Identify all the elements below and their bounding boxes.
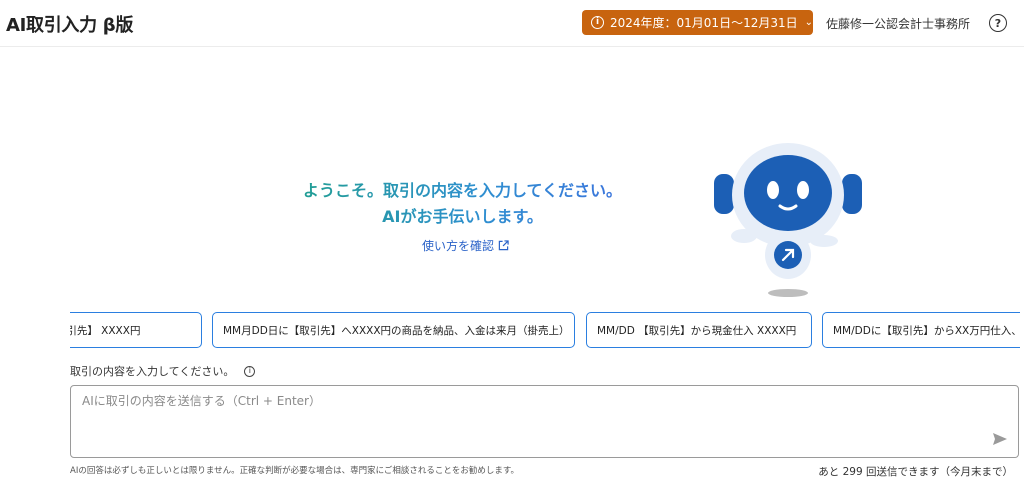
welcome-line-1: ようこそ。取引の内容を入力してください。 xyxy=(270,178,655,204)
message-input[interactable] xyxy=(82,394,982,408)
remaining-sends: あと 299 回送信できます（今月末まで） xyxy=(818,466,1013,478)
suggestion-chip[interactable]: 売上 【取引先】 XXXX円 xyxy=(70,312,202,348)
office-name: 佐藤修一公認会計士事務所 xyxy=(826,17,971,31)
send-icon[interactable] xyxy=(992,432,1008,446)
composer-label: 取引の内容を入力してください。 i xyxy=(70,363,256,379)
suggestion-chip[interactable]: MM/DDに【取引先】からXX万円仕入、 xyxy=(822,312,1020,348)
info-icon: i xyxy=(591,16,604,29)
info-icon[interactable]: i xyxy=(244,365,256,377)
suggestion-chip[interactable]: MM月DD日に【取引先】へXXXX円の商品を納品、入金は来月（掛売上） xyxy=(212,312,575,348)
composer-label-text: 取引の内容を入力してください。 xyxy=(70,365,235,378)
message-box xyxy=(70,385,1019,458)
usage-guide-link[interactable]: 使い方を確認 xyxy=(422,237,509,254)
fiscal-year-label: 2024年度：01月01日〜12月31日 xyxy=(609,16,798,30)
welcome-line-2: AIがお手伝いします。 xyxy=(270,204,655,230)
fiscal-year-selector[interactable]: i 2024年度：01月01日〜12月31日 ⌄ xyxy=(582,10,813,35)
app-header: AI取引入力 β版 i 2024年度：01月01日〜12月31日 ⌄ 佐藤修一公… xyxy=(0,0,1024,47)
suggestion-chip[interactable]: MM/DD 【取引先】から現金仕入 XXXX円 xyxy=(586,312,812,348)
welcome-message: ようこそ。取引の内容を入力してください。 AIがお手伝いします。 xyxy=(270,178,655,230)
app-title: AI取引入力 β版 xyxy=(6,15,134,36)
suggestion-chips: 売上 【取引先】 XXXX円 MM月DD日に【取引先】へXXXX円の商品を納品、… xyxy=(70,312,1020,349)
ai-disclaimer: AIの回答は必ずしも正しいとは限りません。正確な判断が必要な場合は、専門家にご相… xyxy=(70,466,520,476)
help-icon[interactable]: ? xyxy=(989,14,1007,32)
chevron-down-icon: ⌄ xyxy=(804,17,813,28)
usage-guide-link-label: 使い方を確認 xyxy=(422,239,495,253)
external-link-icon xyxy=(498,240,509,251)
robot-mascot-icon xyxy=(714,143,862,297)
